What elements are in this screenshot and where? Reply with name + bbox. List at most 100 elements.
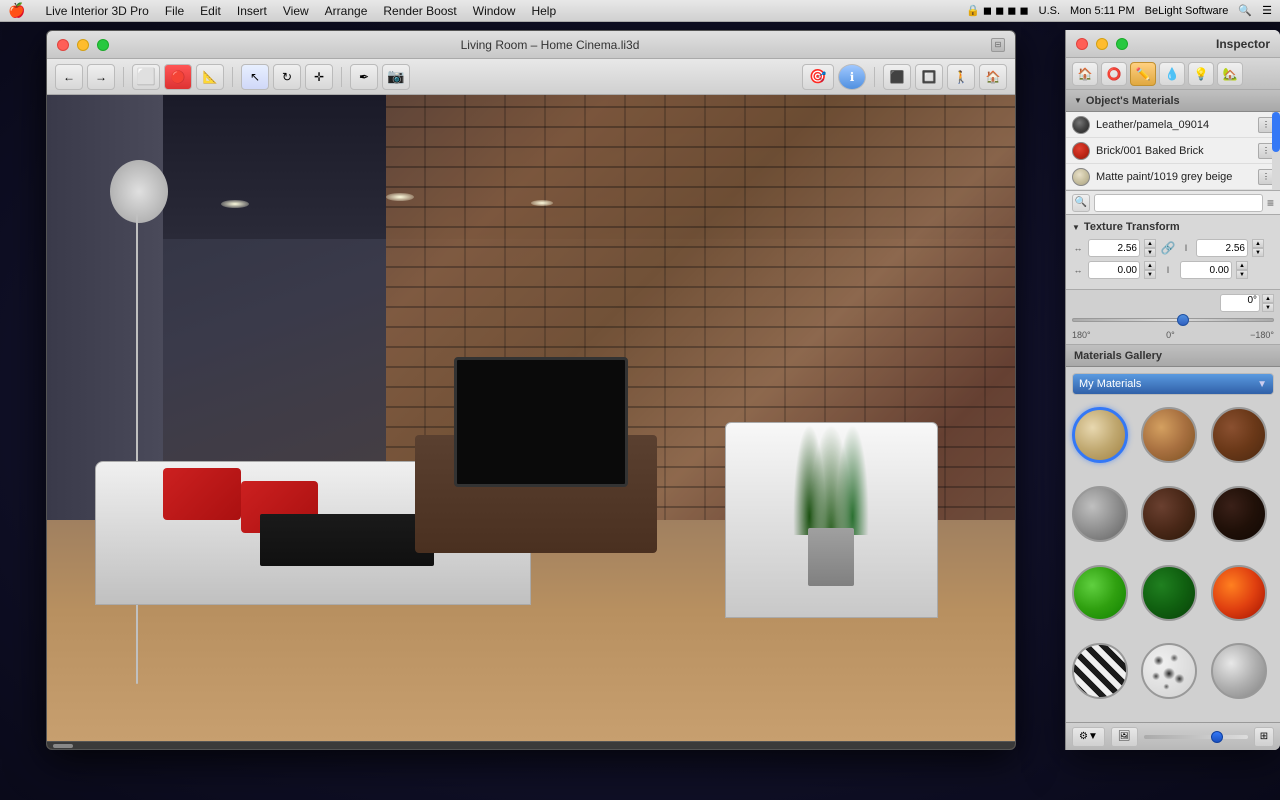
rotation-input[interactable]: 0° bbox=[1220, 294, 1260, 312]
gallery-item-wood-light[interactable] bbox=[1141, 407, 1197, 463]
scale-x-input[interactable]: 2.56 bbox=[1088, 239, 1140, 257]
scale-y-input[interactable]: 2.56 bbox=[1196, 239, 1248, 257]
inspector-maximize-button[interactable] bbox=[1116, 38, 1128, 50]
gallery-item-spots[interactable] bbox=[1141, 643, 1197, 699]
gallery-dropdown[interactable]: My Materials ▼ bbox=[1072, 373, 1274, 395]
3d-viewport[interactable] bbox=[47, 95, 1015, 749]
material-search-input[interactable] bbox=[1094, 194, 1263, 212]
tab-materials[interactable]: ✏️ bbox=[1130, 62, 1156, 86]
window-resize-button[interactable]: ⊟ bbox=[991, 38, 1005, 52]
material-item-brick[interactable]: Brick/001 Baked Brick ⋮ bbox=[1066, 138, 1280, 164]
menu-view[interactable]: View bbox=[283, 4, 309, 18]
material-item-leather[interactable]: Leather/pamela_09014 ⋮ bbox=[1066, 112, 1280, 138]
footer-image-button[interactable]: 🖼 bbox=[1111, 727, 1138, 747]
viewport-scrollbar[interactable] bbox=[47, 741, 1015, 749]
offset-y-input[interactable]: 0.00 bbox=[1180, 261, 1232, 279]
scale-x-decrement[interactable]: ▼ bbox=[1144, 248, 1156, 257]
scene-plant bbox=[792, 357, 869, 586]
menu-edit[interactable]: Edit bbox=[200, 4, 221, 18]
tool-wall-button[interactable]: 🔴 bbox=[164, 64, 192, 90]
offset-x-decrement[interactable]: ▼ bbox=[1144, 270, 1156, 279]
offset-y-decrement[interactable]: ▼ bbox=[1236, 270, 1248, 279]
scale-x-stepper[interactable]: ▲ ▼ bbox=[1144, 239, 1156, 257]
offset-x-increment[interactable]: ▲ bbox=[1144, 261, 1156, 270]
view-3d-button[interactable]: 🎯 bbox=[802, 64, 834, 90]
info-button[interactable]: ℹ bbox=[838, 64, 866, 90]
scale-y-stepper[interactable]: ▲ ▼ bbox=[1252, 239, 1264, 257]
gallery-item-beige[interactable] bbox=[1072, 407, 1128, 463]
materials-options-button[interactable]: ≡ bbox=[1267, 196, 1274, 210]
offset-y-stepper[interactable]: ▲ ▼ bbox=[1236, 261, 1248, 279]
menu-insert[interactable]: Insert bbox=[237, 4, 267, 18]
tool-camera-button[interactable]: 📷 bbox=[382, 64, 410, 90]
offset-x-input[interactable]: 0.00 bbox=[1088, 261, 1140, 279]
apple-menu[interactable]: 🍎 bbox=[8, 2, 25, 19]
view-walk-button[interactable]: 🚶 bbox=[947, 64, 975, 90]
eyedropper-button[interactable]: 🔍 bbox=[1072, 194, 1090, 212]
gallery-item-dark-brown[interactable] bbox=[1211, 486, 1267, 542]
menu-help[interactable]: Help bbox=[531, 4, 556, 18]
gallery-item-fire[interactable] bbox=[1211, 565, 1267, 621]
offset-x-stepper[interactable]: ▲ ▼ bbox=[1144, 261, 1156, 279]
materials-list[interactable]: Leather/pamela_09014 ⋮ Brick/001 Baked B… bbox=[1066, 112, 1280, 191]
objects-materials-header: ▼ Object's Materials bbox=[1066, 90, 1280, 112]
rotation-increment[interactable]: ▲ bbox=[1262, 294, 1274, 303]
section-triangle-2: ▼ bbox=[1072, 223, 1080, 232]
nav-back-button[interactable]: ← bbox=[55, 64, 83, 90]
rotation-slider-track bbox=[1072, 318, 1274, 322]
scene-coffee-table bbox=[260, 514, 434, 566]
window-close-button[interactable] bbox=[57, 39, 69, 51]
scale-x-icon: ↔ bbox=[1072, 243, 1084, 253]
tab-texture[interactable]: 💧 bbox=[1159, 62, 1185, 86]
view-2d-button[interactable]: ⬛ bbox=[883, 64, 911, 90]
material-item-matte[interactable]: Matte paint/1019 grey beige ⋮ bbox=[1066, 164, 1280, 190]
tab-lighting[interactable]: 💡 bbox=[1188, 62, 1214, 86]
gallery-item-silver[interactable] bbox=[1211, 643, 1267, 699]
view-home-button[interactable]: 🏠 bbox=[979, 64, 1007, 90]
menu-file[interactable]: File bbox=[165, 4, 184, 18]
tab-object[interactable]: ⭕ bbox=[1101, 62, 1127, 86]
section-triangle: ▼ bbox=[1074, 96, 1082, 105]
scale-x-increment[interactable]: ▲ bbox=[1144, 239, 1156, 248]
tool-floor-button[interactable]: ⬜ bbox=[132, 64, 160, 90]
footer-gear-button[interactable]: ⚙▼ bbox=[1072, 727, 1105, 747]
scale-y-decrement[interactable]: ▼ bbox=[1252, 248, 1264, 257]
tool-move-button[interactable]: ✛ bbox=[305, 64, 333, 90]
offset-y-increment[interactable]: ▲ bbox=[1236, 261, 1248, 270]
gallery-item-green-dark[interactable] bbox=[1141, 565, 1197, 621]
tool-room-button[interactable]: 📐 bbox=[196, 64, 224, 90]
gallery-item-wood-dark[interactable] bbox=[1211, 407, 1267, 463]
tab-scene[interactable]: 🏡 bbox=[1217, 62, 1243, 86]
tool-rotate-button[interactable]: ↻ bbox=[273, 64, 301, 90]
materials-scrollbar[interactable] bbox=[1272, 112, 1280, 190]
tool-pen-button[interactable]: ✒ bbox=[350, 64, 378, 90]
rotation-slider-thumb[interactable] bbox=[1177, 314, 1189, 326]
footer-zoom-slider[interactable] bbox=[1144, 735, 1248, 739]
inspector-close-button[interactable] bbox=[1076, 38, 1088, 50]
rotation-slider-container[interactable] bbox=[1072, 312, 1274, 328]
rotation-stepper[interactable]: ▲ ▼ bbox=[1262, 294, 1274, 312]
menu-render-boost[interactable]: Render Boost bbox=[383, 4, 456, 18]
scene-render bbox=[47, 95, 1015, 749]
menu-window[interactable]: Window bbox=[473, 4, 516, 18]
window-minimize-button[interactable] bbox=[77, 39, 89, 51]
rotation-decrement[interactable]: ▼ bbox=[1262, 303, 1274, 312]
tool-select-button[interactable]: ↖ bbox=[241, 64, 269, 90]
view-split-button[interactable]: 🔲 bbox=[915, 64, 943, 90]
toolbar-sep-4 bbox=[874, 67, 875, 87]
menubar-search-icon[interactable]: 🔍 bbox=[1238, 4, 1252, 17]
gallery-item-concrete[interactable] bbox=[1072, 486, 1128, 542]
nav-forward-button[interactable]: → bbox=[87, 64, 115, 90]
tab-home[interactable]: 🏠 bbox=[1072, 62, 1098, 86]
chain-link-icon[interactable]: 🔗 bbox=[1160, 241, 1176, 255]
gallery-item-zebra[interactable] bbox=[1072, 643, 1128, 699]
inspector-minimize-button[interactable] bbox=[1096, 38, 1108, 50]
gallery-item-brown[interactable] bbox=[1141, 486, 1197, 542]
scale-y-increment[interactable]: ▲ bbox=[1252, 239, 1264, 248]
footer-expand-button[interactable]: ⊞ bbox=[1254, 727, 1274, 747]
menu-arrange[interactable]: Arrange bbox=[325, 4, 368, 18]
menu-appname[interactable]: Live Interior 3D Pro bbox=[45, 4, 148, 18]
window-maximize-button[interactable] bbox=[97, 39, 109, 51]
menubar-menu-icon[interactable]: ☰ bbox=[1262, 4, 1272, 17]
gallery-item-green-bright[interactable] bbox=[1072, 565, 1128, 621]
